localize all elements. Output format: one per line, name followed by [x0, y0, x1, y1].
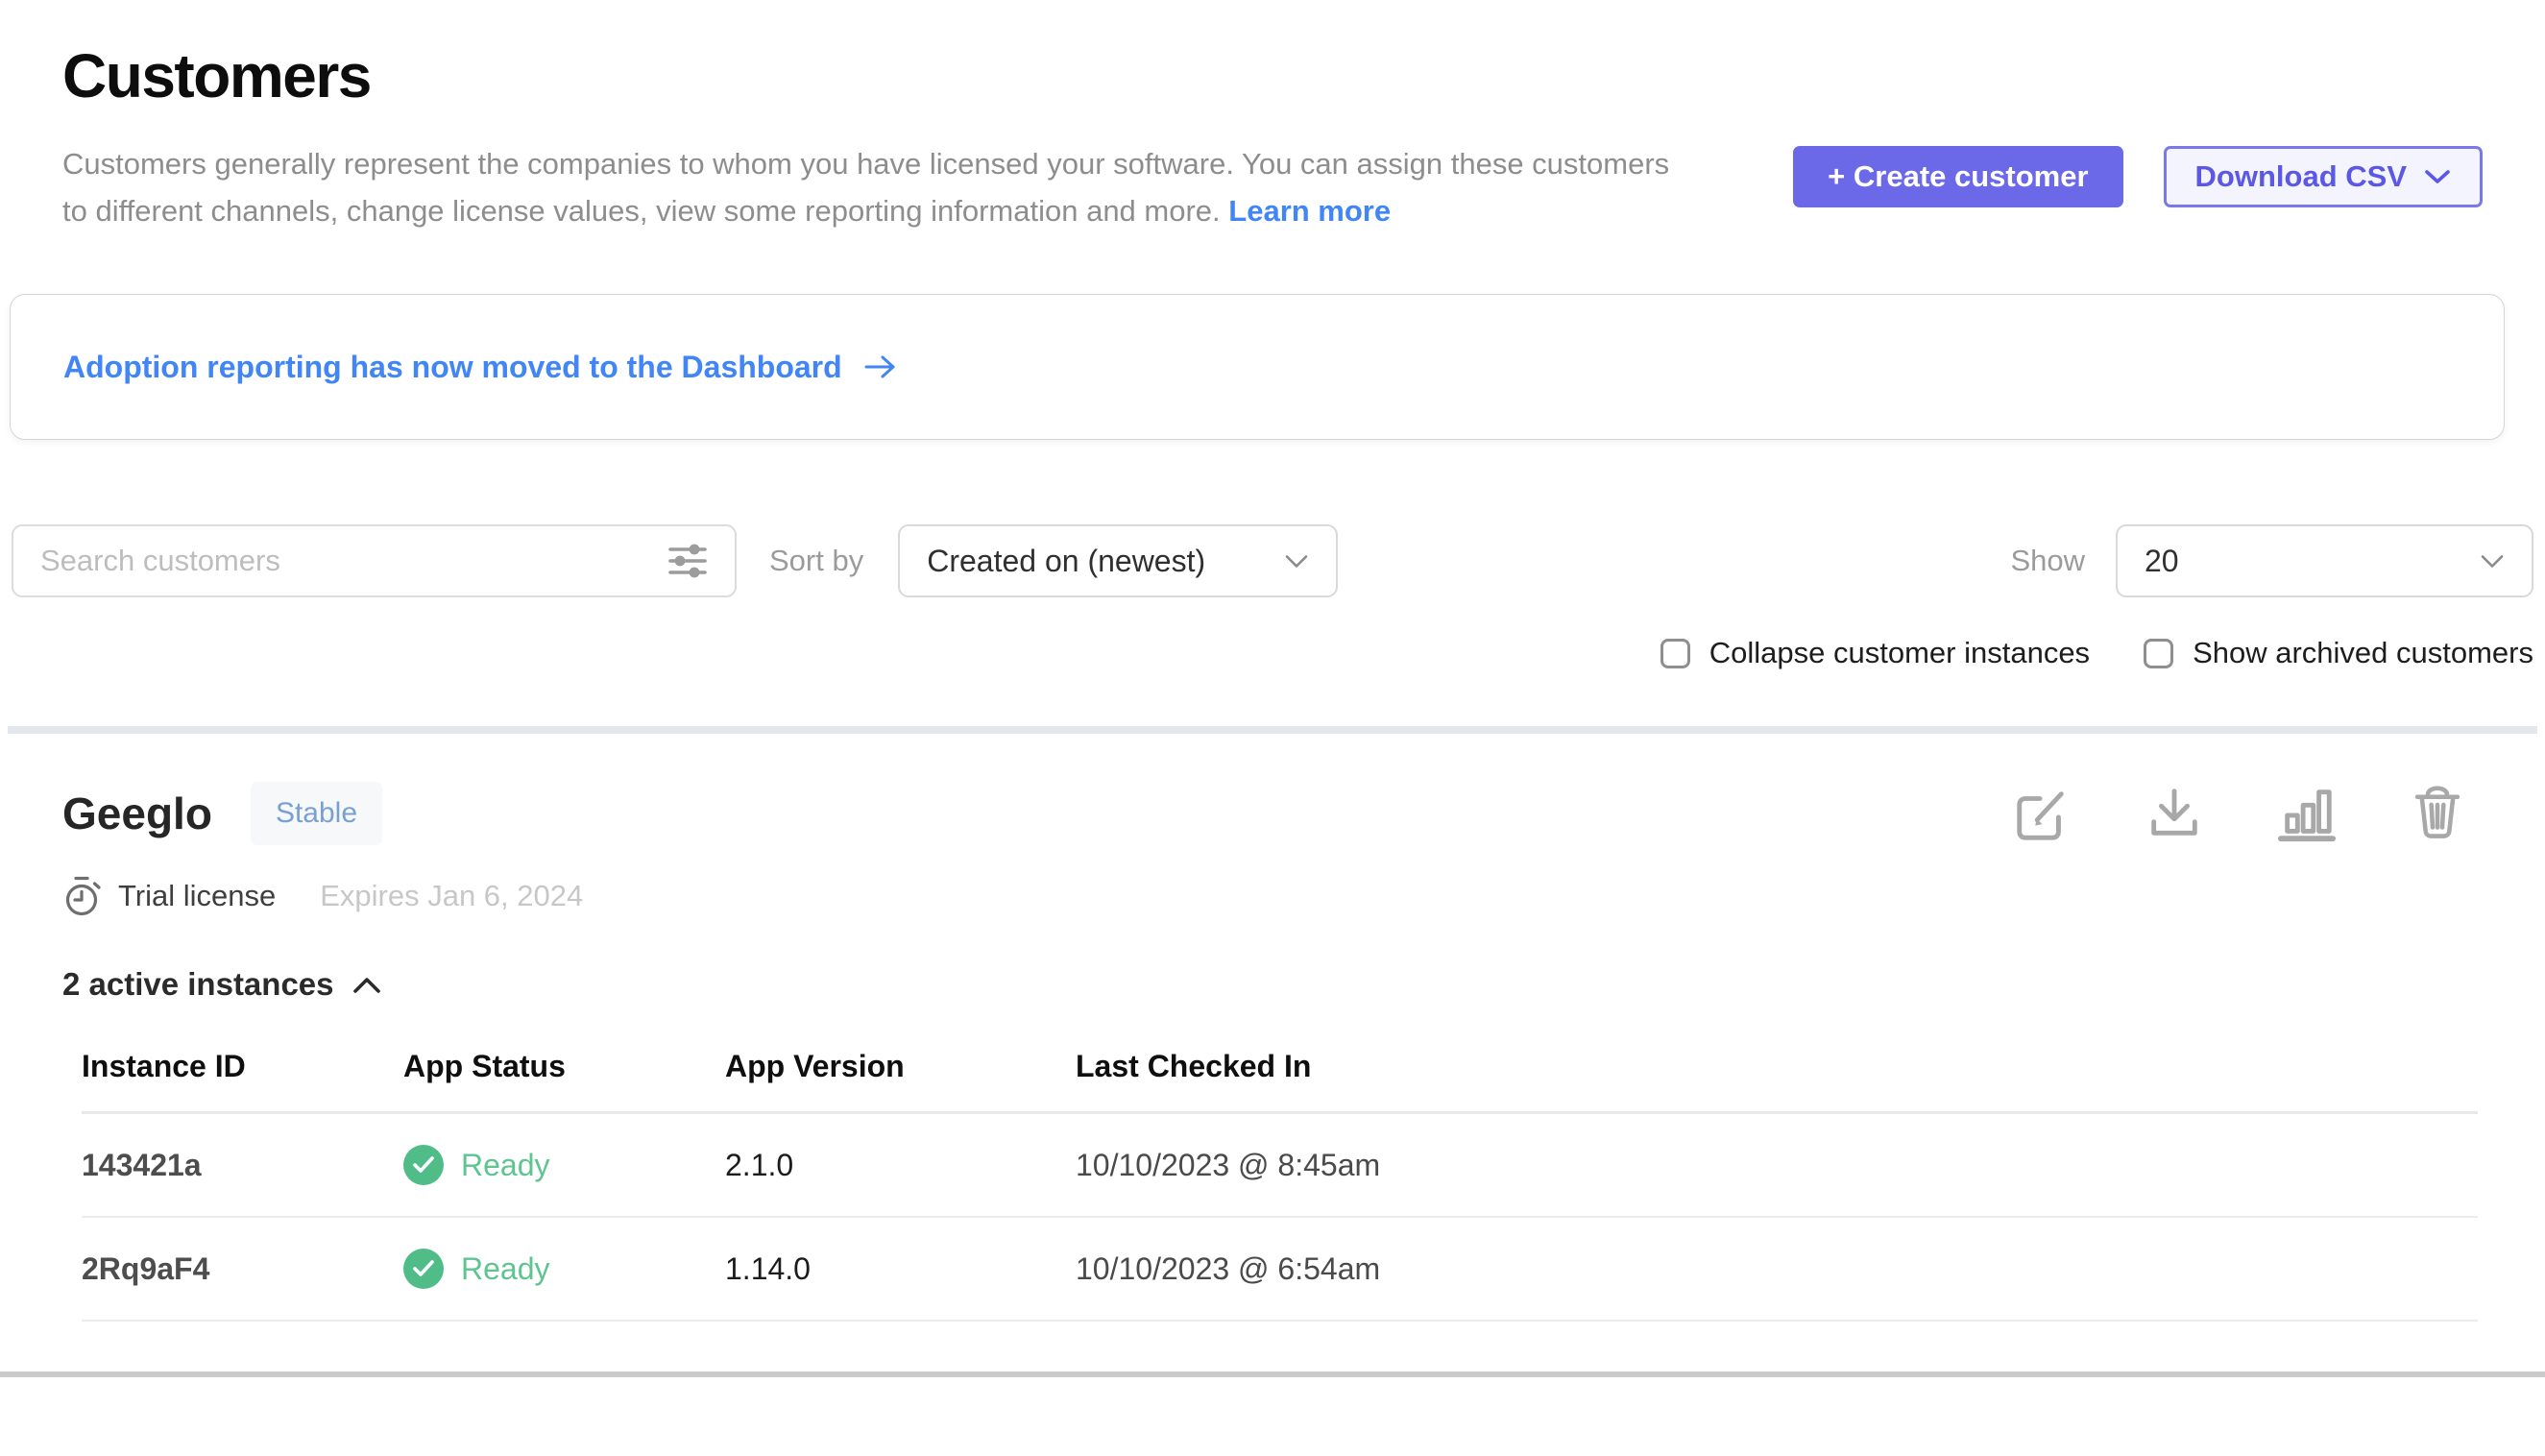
filter-sliders-icon[interactable] — [666, 541, 710, 581]
search-box — [12, 524, 737, 597]
create-customer-button[interactable]: + Create customer — [1793, 146, 2122, 207]
column-header-app-status: App Status — [403, 1028, 725, 1111]
collapse-instances-checkbox[interactable] — [1660, 639, 1690, 668]
customer-name[interactable]: Geeglo — [62, 788, 212, 839]
column-header-app-version: App Version — [725, 1028, 1076, 1111]
active-instances-toggle[interactable]: 2 active instances — [62, 966, 382, 1003]
last-checked-in: 10/10/2023 @ 6:54am — [1076, 1221, 2478, 1318]
status-text: Ready — [461, 1148, 550, 1183]
column-header-last-checked-in: Last Checked In — [1076, 1028, 2478, 1111]
table-header-row: Instance ID App Status App Version Last … — [82, 1028, 2478, 1114]
app-status: Ready — [403, 1218, 725, 1320]
show-archived-label: Show archived customers — [2193, 636, 2533, 670]
delete-customer-button[interactable] — [2410, 784, 2465, 843]
edit-customer-button[interactable] — [2012, 784, 2072, 843]
banner-link-text: Adoption reporting has now moved to the … — [63, 350, 842, 385]
bar-chart-icon — [2277, 784, 2337, 843]
status-check-icon — [403, 1145, 444, 1185]
sort-select-value: Created on (newest) — [927, 544, 1205, 579]
show-select-value: 20 — [2145, 544, 2179, 579]
show-label: Show — [2010, 544, 2085, 578]
app-version: 1.14.0 — [725, 1221, 1076, 1318]
chevron-up-icon — [351, 975, 382, 995]
page-header: Customers Customers generally represent … — [0, 0, 2545, 234]
adoption-reporting-banner[interactable]: Adoption reporting has now moved to the … — [10, 294, 2505, 440]
sort-by-label: Sort by — [769, 544, 863, 578]
customer-actions — [2012, 784, 2483, 843]
license-expires: Expires Jan 6, 2024 — [320, 879, 583, 913]
status-text: Ready — [461, 1251, 550, 1287]
last-checked-in: 10/10/2023 @ 8:45am — [1076, 1117, 2478, 1214]
page-description: Customers generally represent the compan… — [62, 140, 1695, 234]
learn-more-link[interactable]: Learn more — [1228, 194, 1391, 228]
download-csv-label: Download CSV — [2195, 159, 2407, 194]
table-row: 143421a Ready 2.1.0 10/10/2023 @ 8:45am — [82, 1114, 2478, 1218]
trash-icon — [2410, 784, 2465, 843]
instance-id: 143421a — [82, 1117, 403, 1214]
download-icon — [2145, 784, 2204, 843]
search-input[interactable] — [38, 543, 666, 579]
section-divider — [8, 726, 2537, 734]
sort-select[interactable]: Created on (newest) — [898, 524, 1338, 597]
column-header-instance-id: Instance ID — [82, 1028, 403, 1111]
header-actions: + Create customer Download CSV — [1793, 146, 2483, 207]
table-row: 2Rq9aF4 Ready 1.14.0 10/10/2023 @ 6:54am — [82, 1218, 2478, 1322]
timer-icon — [62, 874, 103, 918]
download-customer-button[interactable] — [2145, 784, 2204, 843]
app-version: 2.1.0 — [725, 1117, 1076, 1214]
instances-table: Instance ID App Status App Version Last … — [82, 1028, 2478, 1322]
app-status: Ready — [403, 1114, 725, 1216]
license-type: Trial license — [118, 879, 276, 913]
arrow-right-icon — [863, 352, 898, 381]
show-archived-checkbox[interactable] — [2144, 639, 2173, 668]
customer-card: Geeglo Stable — [0, 734, 2545, 1322]
channel-badge: Stable — [251, 782, 382, 845]
list-controls: Sort by Created on (newest) Show 20 Coll… — [0, 524, 2545, 670]
edit-icon — [2012, 784, 2072, 843]
chevron-down-icon — [2480, 553, 2505, 570]
bottom-divider — [0, 1371, 2545, 1377]
chevron-down-icon — [1284, 553, 1309, 570]
page-title: Customers — [62, 40, 2483, 111]
show-per-page-select[interactable]: 20 — [2116, 524, 2533, 597]
download-csv-button[interactable]: Download CSV — [2164, 146, 2483, 207]
chevron-down-icon — [2424, 168, 2451, 185]
show-archived-checkbox-item[interactable]: Show archived customers — [2144, 636, 2533, 670]
active-instances-label: 2 active instances — [62, 966, 334, 1003]
status-check-icon — [403, 1249, 444, 1289]
collapse-instances-checkbox-item[interactable]: Collapse customer instances — [1660, 636, 2090, 670]
collapse-instances-label: Collapse customer instances — [1709, 636, 2090, 670]
customer-reporting-button[interactable] — [2277, 784, 2337, 843]
page-description-text: Customers generally represent the compan… — [62, 147, 1669, 228]
instance-id: 2Rq9aF4 — [82, 1221, 403, 1318]
